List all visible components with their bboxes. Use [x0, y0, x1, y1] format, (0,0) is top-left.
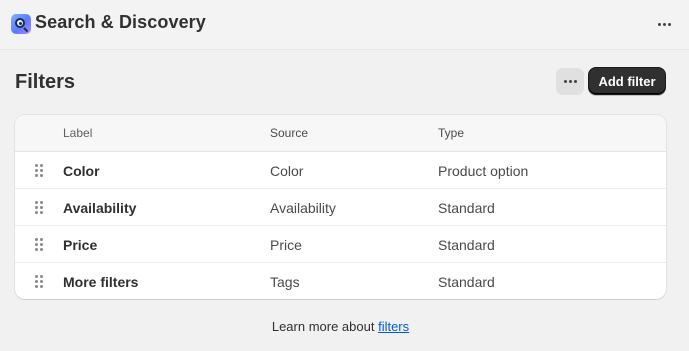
- column-header-label: Label: [63, 126, 93, 140]
- filter-label[interactable]: Availability: [63, 200, 136, 216]
- search-discovery-app-icon: [11, 14, 31, 34]
- filter-label[interactable]: Color: [63, 163, 100, 179]
- column-header-type: Type: [438, 126, 465, 140]
- page-title: Filters: [15, 71, 76, 93]
- filter-source: Tags: [270, 274, 300, 290]
- table-row[interactable]: Color Color Product option: [15, 152, 666, 189]
- learn-more-text: Learn more about: [271, 319, 379, 334]
- filter-label[interactable]: More filters: [63, 274, 138, 290]
- filter-type: Standard: [438, 200, 495, 216]
- table-row[interactable]: Price Price Standard: [15, 226, 666, 263]
- table-row[interactable]: Availability Availability Standard: [15, 189, 666, 226]
- filters-table: Label Source Type Color Color Product op…: [15, 115, 666, 299]
- filter-source: Color: [270, 163, 304, 179]
- more-actions-button[interactable]: [556, 68, 584, 95]
- filter-source: Price: [270, 237, 302, 253]
- filter-source: Availability: [270, 200, 336, 216]
- learn-more-note: Learn more about filters: [0, 319, 681, 334]
- ellipsis-icon: [657, 22, 661, 26]
- ellipsis-icon: [563, 80, 567, 83]
- filters-help-link[interactable]: filters: [378, 319, 409, 334]
- filter-type: Standard: [438, 237, 495, 253]
- filter-label[interactable]: Price: [63, 237, 97, 253]
- table-header: Label Source Type: [15, 115, 666, 152]
- drag-handle-icon[interactable]: [35, 238, 43, 251]
- filter-type: Standard: [438, 274, 495, 290]
- drag-handle-icon[interactable]: [35, 164, 43, 177]
- drag-handle-icon[interactable]: [35, 275, 43, 288]
- column-header-source: Source: [270, 126, 309, 140]
- header-more-actions-button[interactable]: [653, 14, 675, 34]
- table-row[interactable]: More filters Tags Standard: [15, 263, 666, 299]
- app-header: Search & Discovery: [0, 0, 689, 50]
- add-filter-button[interactable]: Add filter: [588, 67, 666, 95]
- drag-handle-icon[interactable]: [35, 201, 43, 214]
- filter-type: Product option: [438, 163, 529, 179]
- app-title: Search & Discovery: [35, 12, 206, 32]
